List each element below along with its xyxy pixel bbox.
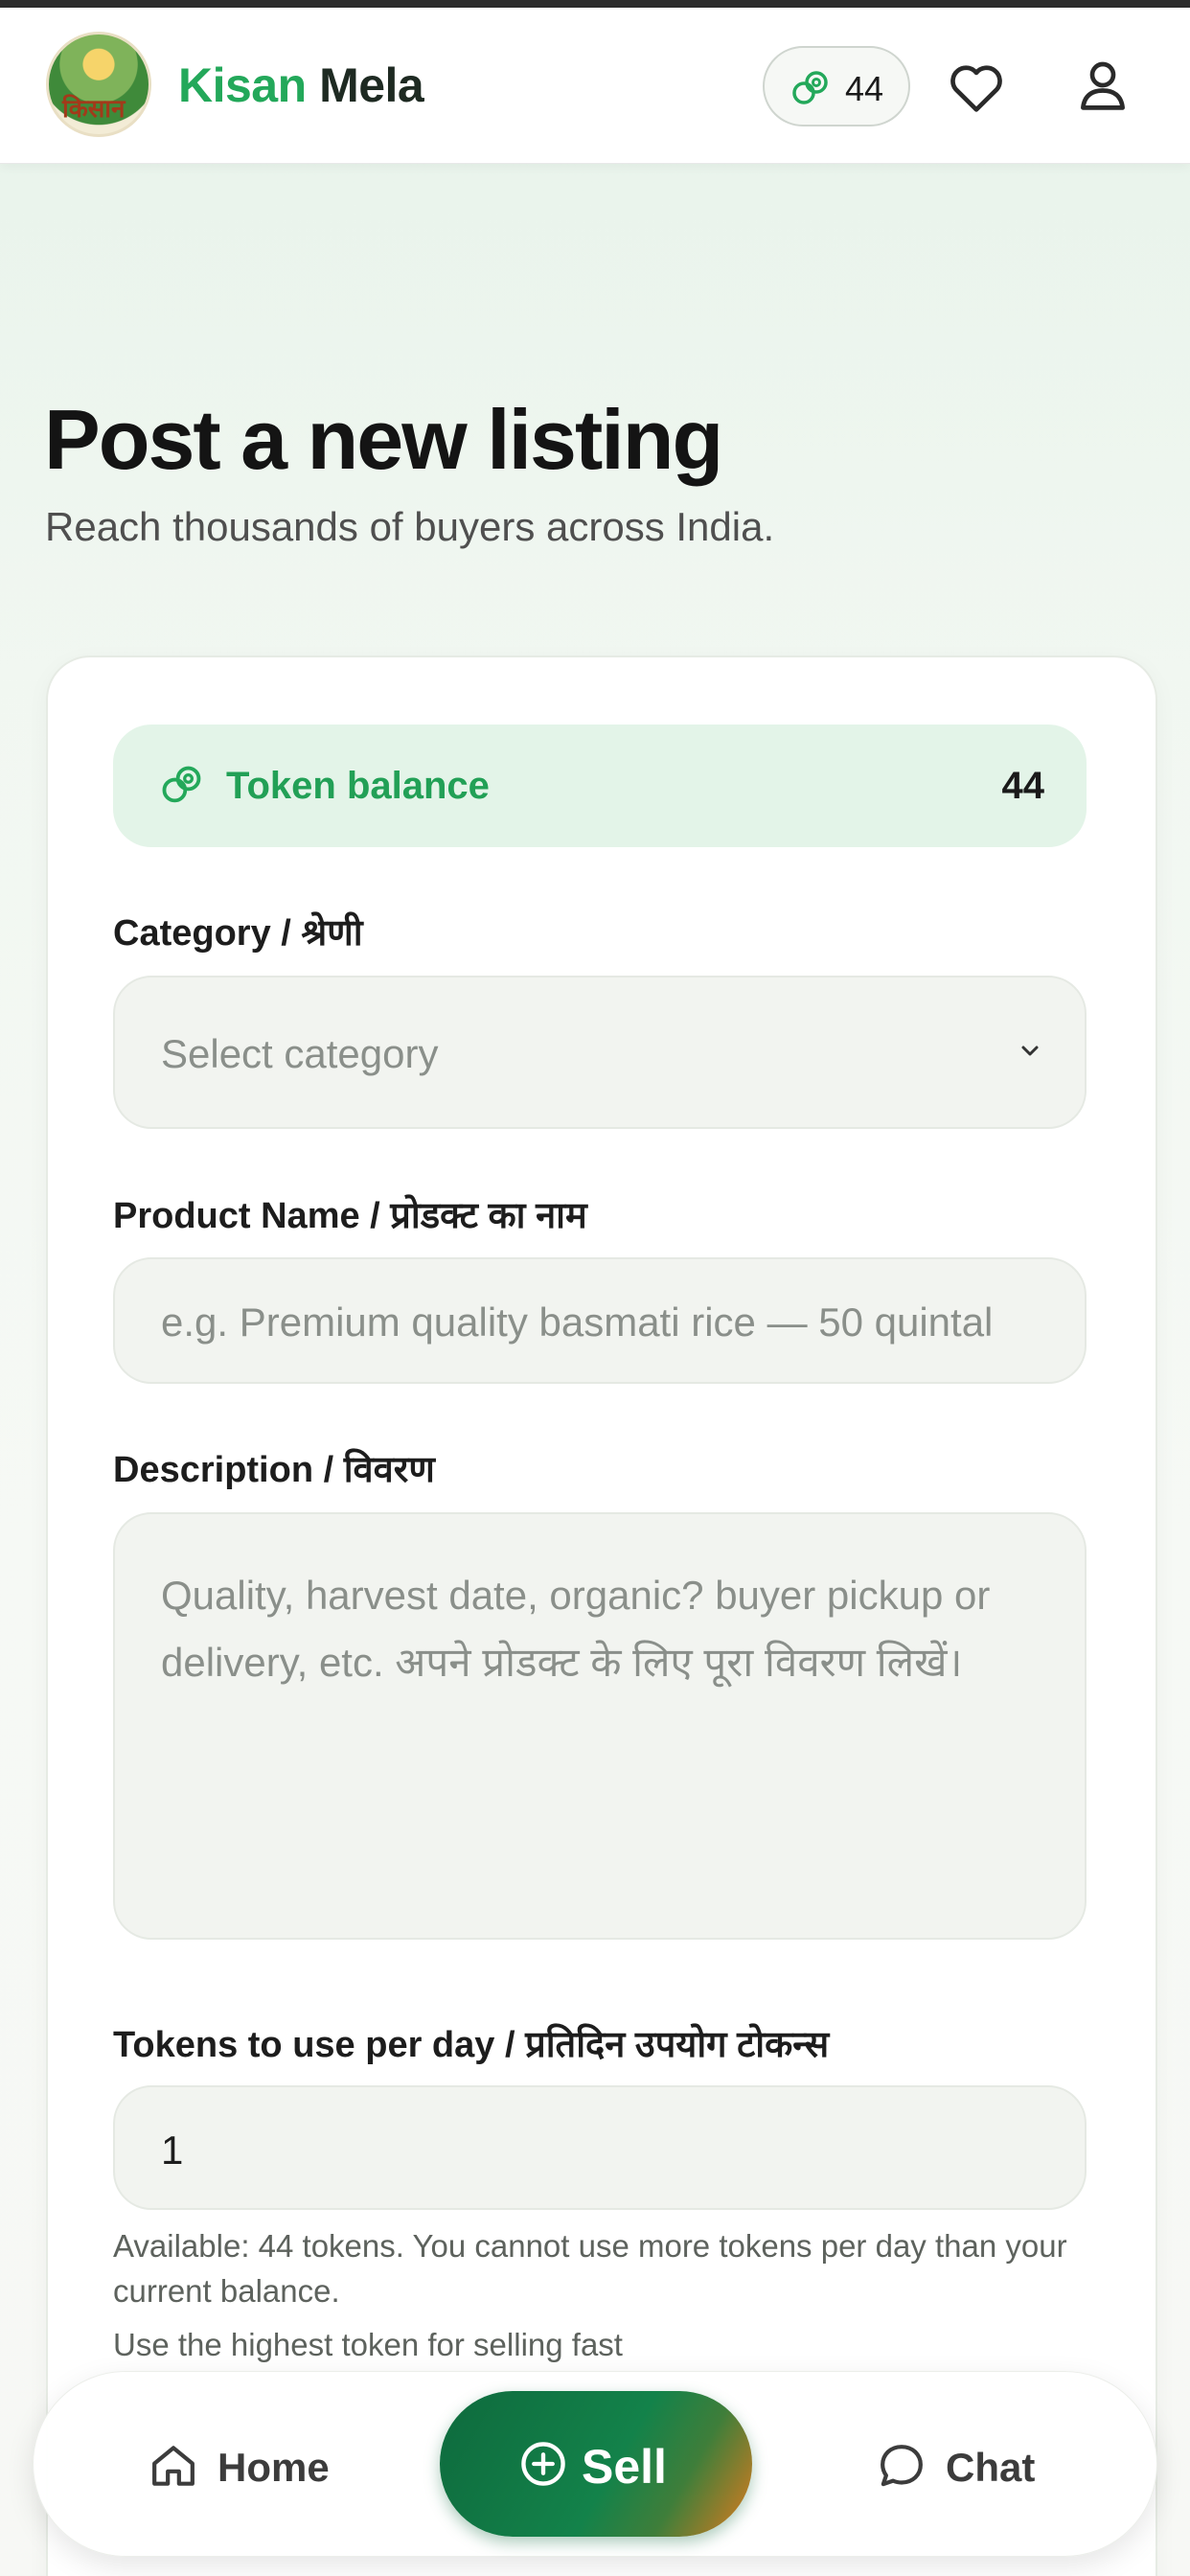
user-icon (1081, 61, 1125, 110)
brand-name-part2: Mela (319, 58, 424, 112)
brand-logo[interactable]: किसान (46, 32, 151, 137)
logo-text: किसान (62, 94, 126, 123)
tokens-per-day-input[interactable]: 1 (113, 2085, 1087, 2210)
chat-bubble-icon (881, 2445, 923, 2487)
category-select[interactable]: Select category (113, 976, 1087, 1129)
page-title: Post a new listing (44, 392, 723, 487)
token-balance-banner: Token balance 44 (113, 724, 1087, 847)
product-name-placeholder: e.g. Premium quality basmati rice — 50 q… (161, 1300, 994, 1345)
profile-button[interactable] (1071, 54, 1134, 117)
tokens-tip-text: Use the highest token for selling fast (113, 2327, 623, 2362)
tokens-per-day-label: Tokens to use per day / प्रतिदिन उपयोग ट… (113, 2025, 830, 2065)
token-balance-pill[interactable]: 44 (763, 46, 910, 126)
home-icon (152, 2446, 195, 2486)
token-balance-label: Token balance (226, 765, 490, 807)
favorites-button[interactable] (945, 56, 1008, 119)
nav-sell-button[interactable]: Sell (440, 2391, 752, 2537)
token-count: 44 (845, 69, 884, 108)
product-name-label: Product Name / प्रोडक्ट का नाम (113, 1196, 587, 1236)
nav-chat-button[interactable]: Chat (875, 2439, 1066, 2496)
token-coins-icon (162, 766, 201, 803)
status-strip (0, 0, 1190, 8)
nav-home-label: Home (217, 2445, 330, 2490)
tokens-per-day-value: 1 (161, 2128, 184, 2173)
description-placeholder: Quality, harvest date, organic? buyer pi… (161, 1573, 991, 1685)
app-header: किसान Kisan Mela 44 (0, 8, 1190, 164)
heart-icon (950, 65, 1002, 112)
token-coins-icon (792, 71, 828, 104)
product-name-input[interactable]: e.g. Premium quality basmati rice — 50 q… (113, 1257, 1087, 1384)
category-placeholder: Select category (161, 1031, 439, 1076)
chevron-down-icon (1021, 1046, 1039, 1056)
page-subtitle: Reach thousands of buyers across India. (45, 504, 775, 549)
nav-chat-label: Chat (946, 2445, 1036, 2490)
description-label: Description / विवरण (113, 1450, 435, 1490)
nav-home-button[interactable]: Home (147, 2439, 330, 2496)
bottom-navigation: Home Sell Chat (33, 2371, 1157, 2557)
category-label: Category / श्रेणी (113, 913, 363, 954)
nav-sell-label: Sell (582, 2440, 667, 2494)
plus-circle-icon (521, 2442, 565, 2486)
description-textarea[interactable]: Quality, harvest date, organic? buyer pi… (113, 1512, 1087, 1940)
tokens-help-text: Available: 44 tokens. You cannot use mor… (113, 2228, 1067, 2309)
brand-name-part1: Kisan (178, 58, 307, 112)
brand-name[interactable]: Kisan Mela (178, 58, 424, 113)
token-balance-value: 44 (1001, 765, 1045, 807)
